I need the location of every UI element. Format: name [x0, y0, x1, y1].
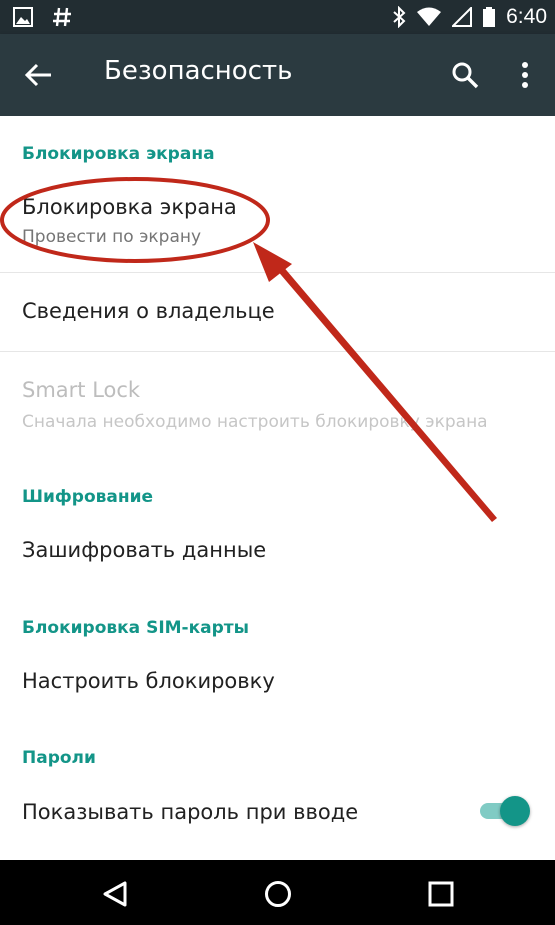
list-item-sim-lock-setup[interactable]: Настроить блокировку	[0, 647, 555, 717]
hash-icon	[53, 7, 71, 27]
status-bar: 6:40	[0, 0, 555, 34]
settings-list: Блокировка экрана Блокировка экрана Пров…	[0, 116, 555, 860]
search-icon[interactable]	[451, 61, 479, 89]
signal-icon	[452, 7, 473, 27]
section-header-encryption: Шифрование	[22, 487, 154, 507]
image-icon	[13, 7, 33, 27]
encrypt-data-title: Зашифровать данные	[22, 538, 267, 562]
show-passwords-switch[interactable]	[478, 795, 530, 827]
smart-lock-title: Smart Lock	[22, 378, 141, 402]
status-time: 6:40	[506, 5, 547, 28]
more-vert-icon[interactable]	[515, 59, 535, 91]
nav-back-icon[interactable]	[101, 880, 129, 908]
screen-lock-title: Блокировка экрана	[22, 195, 237, 219]
show-passwords-title: Показывать пароль при вводе	[22, 800, 359, 824]
screen-lock-summary: Провести по экрану	[22, 227, 202, 247]
list-item-owner-info[interactable]: Сведения о владельце	[0, 273, 555, 351]
nav-home-icon[interactable]	[263, 879, 293, 909]
list-item-screen-lock[interactable]: Блокировка экрана Провести по экрану	[0, 182, 555, 272]
page-title: Безопасность	[104, 56, 293, 86]
bluetooth-icon	[393, 6, 406, 28]
nav-recents-icon[interactable]	[428, 881, 454, 907]
list-item-encrypt-data[interactable]: Зашифровать данные	[0, 516, 555, 586]
wifi-icon	[417, 7, 442, 26]
navigation-bar	[0, 860, 555, 925]
section-header-sim-lock: Блокировка SIM-карты	[22, 618, 250, 638]
battery-icon	[483, 7, 496, 27]
arrow-back-icon[interactable]	[24, 60, 54, 90]
section-header-passwords: Пароли	[22, 748, 96, 768]
switch-thumb	[500, 796, 530, 826]
list-item-smart-lock: Smart Lock Сначала необходимо настроить …	[0, 352, 555, 448]
owner-info-title: Сведения о владельце	[22, 299, 275, 323]
app-toolbar: Безопасность	[0, 34, 555, 116]
smart-lock-summary: Сначала необходимо настроить блокировку …	[22, 412, 488, 432]
sim-lock-setup-title: Настроить блокировку	[22, 669, 275, 693]
section-header-screen-lock: Блокировка экрана	[22, 144, 215, 164]
list-item-show-passwords[interactable]: Показывать пароль при вводе	[0, 778, 555, 848]
